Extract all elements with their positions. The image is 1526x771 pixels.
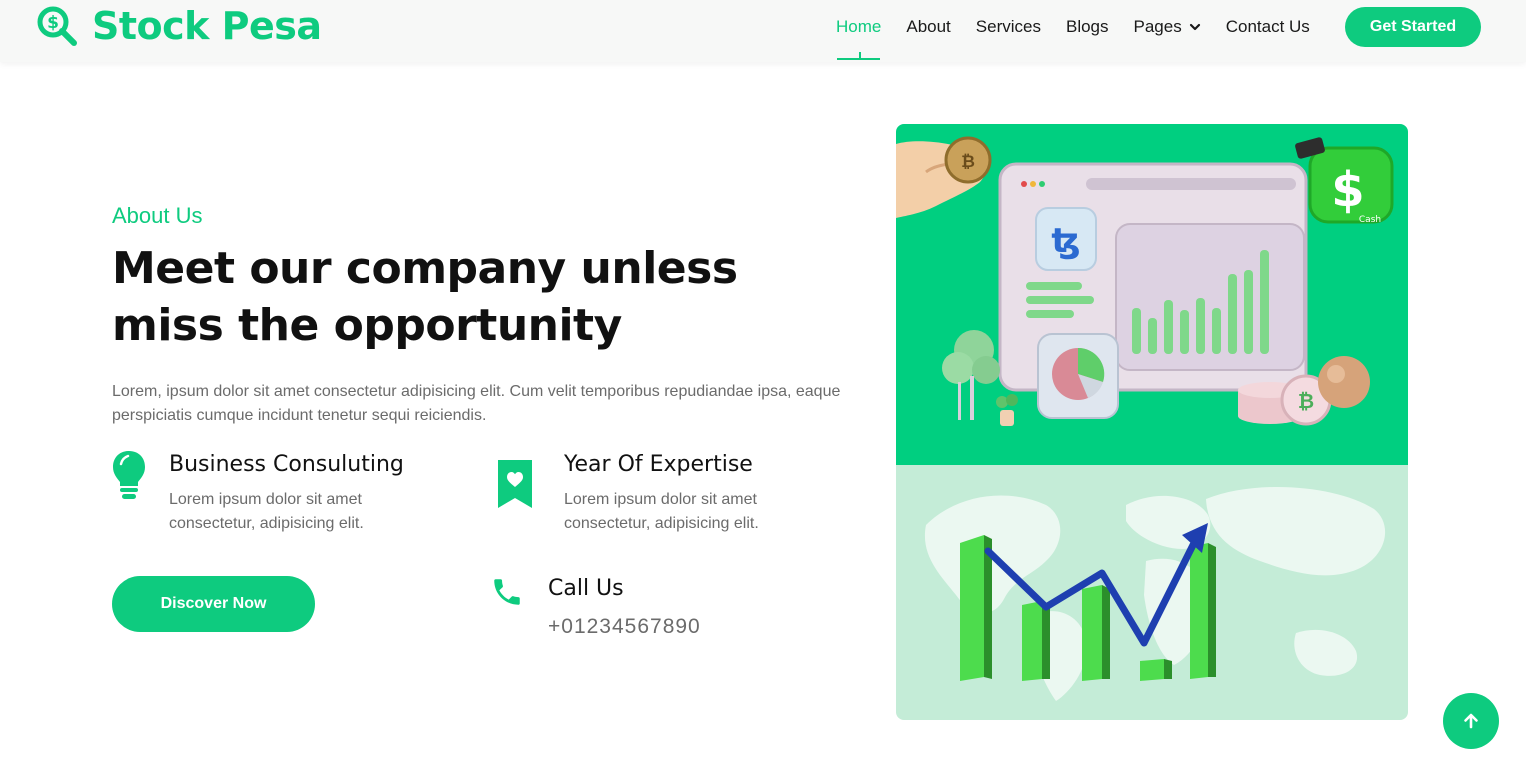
nav-contact[interactable]: Contact Us [1226, 0, 1310, 54]
feature-text: Lorem ipsum dolor sit amet consectetur, … [169, 491, 364, 532]
cash-app-label: Cash [1359, 215, 1381, 225]
site-header: $ Stock Pesa Home About Services Blogs P… [0, 0, 1526, 62]
brand-name: Stock Pesa [92, 4, 322, 48]
main-nav: Home About Services Blogs Pages Contact … [836, 0, 1335, 60]
phone-icon [494, 579, 520, 605]
svg-text:₿: ₿ [1298, 389, 1314, 413]
phone-number[interactable]: +01234567890 [548, 615, 701, 639]
section-intro: Lorem, ipsum dolor sit amet consectetur … [112, 383, 841, 424]
growth-chart-map-illustration [896, 465, 1408, 720]
svg-text:$: $ [47, 13, 59, 33]
bookmark-heart-icon [498, 460, 532, 508]
brand-logo-link[interactable]: $ Stock Pesa [36, 0, 322, 52]
nav-pages[interactable]: Pages [1134, 0, 1201, 54]
svg-text:ꜩ: ꜩ [1051, 221, 1080, 261]
nav-blogs[interactable]: Blogs [1066, 0, 1109, 54]
call-us-block: Call Us +01234567890 [490, 572, 790, 652]
svg-text:₿: ₿ [961, 152, 975, 172]
get-started-button[interactable]: Get Started [1345, 7, 1481, 47]
arrow-up-icon [1464, 713, 1478, 729]
discover-now-button[interactable]: Discover Now [112, 576, 315, 632]
scroll-to-top-button[interactable] [1443, 693, 1499, 749]
nav-home[interactable]: Home [836, 0, 881, 60]
section-kicker: About Us [112, 203, 203, 228]
feature-title: Year Of Expertise [564, 452, 753, 477]
call-us-title: Call Us [548, 576, 624, 601]
chevron-down-icon [1189, 23, 1200, 31]
about-images: ₿ ꜩ $ Cash ₿ [896, 124, 1408, 720]
search-dollar-icon: $ [37, 6, 77, 46]
nav-services[interactable]: Services [976, 0, 1041, 54]
nav-pages-label: Pages [1133, 17, 1182, 36]
feature-business-consulting: Business Consuluting Lorem ipsum dolor s… [112, 450, 442, 550]
svg-text:$: $ [1331, 162, 1364, 218]
lightbulb-icon [113, 451, 145, 499]
feature-text: Lorem ipsum dolor sit amet consectetur, … [564, 491, 759, 532]
nav-about[interactable]: About [906, 0, 950, 54]
feature-title: Business Consuluting [169, 452, 404, 477]
crypto-dashboard-illustration: ₿ ꜩ $ Cash ₿ [896, 124, 1408, 465]
section-headline: Meet our company unless miss the opportu… [112, 243, 738, 351]
feature-year-of-expertise: Year Of Expertise Lorem ipsum dolor sit … [496, 450, 826, 550]
